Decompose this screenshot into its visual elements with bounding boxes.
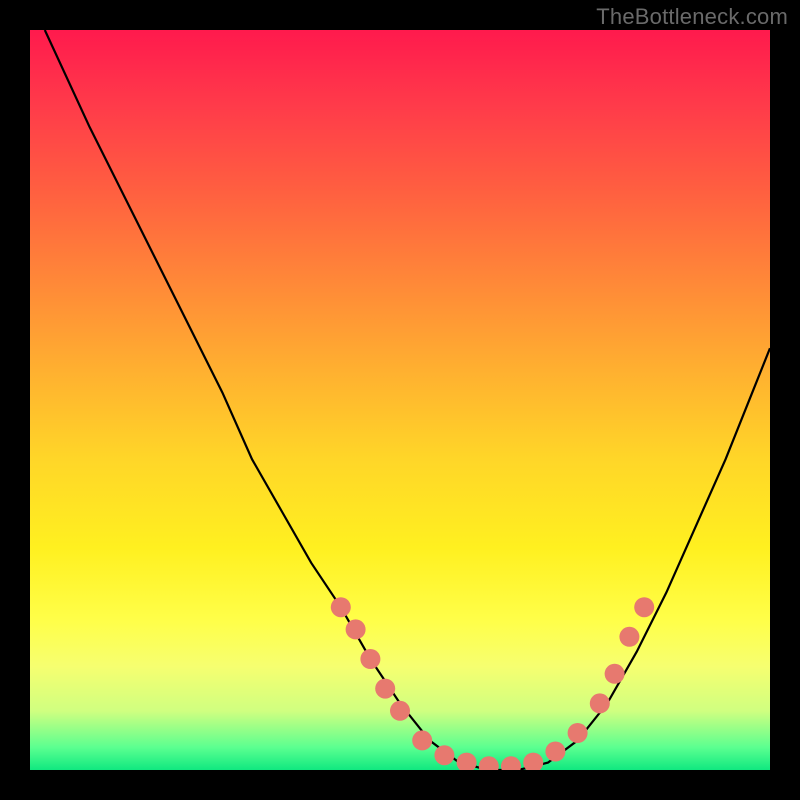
highlight-dot [331,597,351,617]
highlight-dot [346,619,366,639]
highlight-dots-group [331,597,654,770]
highlight-dot [634,597,654,617]
highlight-dot [390,701,410,721]
highlight-dot [360,649,380,669]
highlight-dot [545,742,565,762]
highlight-dot [605,664,625,684]
watermark-text: TheBottleneck.com [596,4,788,30]
chart-frame: TheBottleneck.com [0,0,800,800]
highlight-dot [412,730,432,750]
highlight-dot [523,753,543,770]
highlight-dot [590,693,610,713]
plot-area [30,30,770,770]
chart-svg [30,30,770,770]
highlight-dot [479,756,499,770]
highlight-dot [457,753,477,770]
bottleneck-curve-path [45,30,770,770]
highlight-dot [619,627,639,647]
highlight-dot [568,723,588,743]
highlight-dot [501,756,521,770]
highlight-dot [434,745,454,765]
highlight-dot [375,679,395,699]
